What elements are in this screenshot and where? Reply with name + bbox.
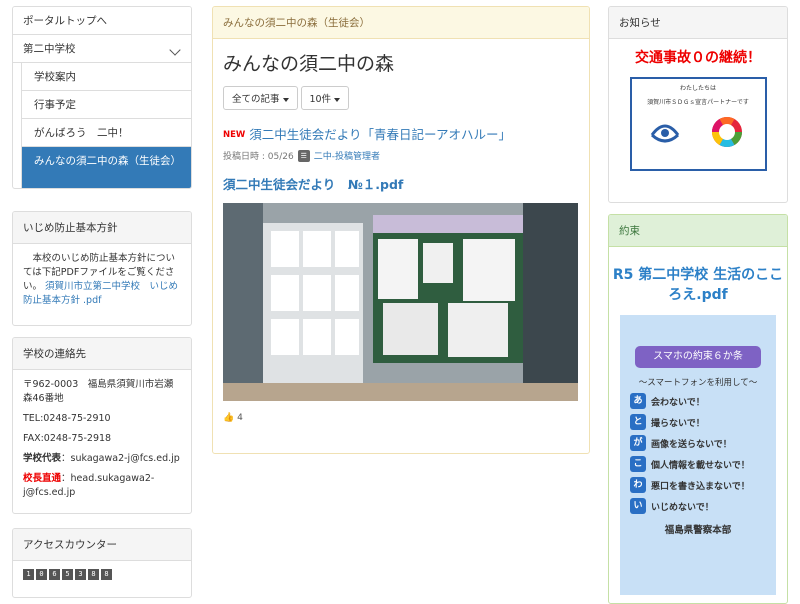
counter-digit: 6 bbox=[49, 569, 60, 580]
rule-item: あ会わないで！ bbox=[630, 393, 776, 409]
nav-item-schedule[interactable]: 行事予定 bbox=[22, 91, 191, 119]
rep-label: 学校代表 bbox=[23, 453, 62, 464]
rules-card-head: スマホの約束６か条 bbox=[635, 346, 761, 368]
contact-rep: 学校代表：sukagawa2-j@fcs.ed.jp bbox=[23, 452, 181, 466]
nav-item-school-guide[interactable]: 学校案内 bbox=[22, 63, 191, 91]
contact-title: 学校の連絡先 bbox=[13, 338, 191, 370]
pdf-link[interactable]: 須二中生徒会だより №１.pdf bbox=[223, 174, 579, 193]
nav-item-ganbarou[interactable]: がんばろう 二中！ bbox=[22, 119, 191, 147]
user-icon: ☰ bbox=[297, 149, 310, 162]
contact-fax: FAX:0248-75-2918 bbox=[23, 433, 112, 444]
counter-digit: 1 bbox=[23, 569, 34, 580]
school-label: 第二中学校 bbox=[23, 43, 76, 55]
filter-count-label: 10件 bbox=[309, 94, 332, 105]
rule-item: いいじめないで！ bbox=[630, 498, 776, 514]
smartphone-rules-card: スマホの約束６か条 ～スマートフォンを利用して～ あ会わないで！ と撮らないで！… bbox=[620, 315, 776, 595]
filter-all-dropdown[interactable]: 全ての記事 bbox=[223, 86, 298, 110]
counter-digit: 8 bbox=[101, 569, 112, 580]
counter-title: アクセスカウンター bbox=[13, 529, 191, 561]
bulletin-board-photo bbox=[223, 203, 578, 401]
caret-down-icon bbox=[334, 97, 341, 102]
thumbs-up-icon: 👍 bbox=[223, 413, 235, 423]
sdgs-partner-banner[interactable]: わたしたちは 須賀川市ＳＤＧｓ宣言パートナーです bbox=[629, 77, 767, 171]
rule-item: こ個人情報を載せないで！ bbox=[630, 456, 776, 472]
notice-panel: お知らせ 交通事故０の継続！ わたしたちは 須賀川市ＳＤＧｓ宣言パートナーです bbox=[608, 6, 788, 203]
promise-title: 約束 bbox=[609, 215, 787, 247]
article-title-row: NEW 須二中生徒会だより「青春日記ーアオハルー」 bbox=[223, 124, 579, 143]
notice-headline: 交通事故０の継続！ bbox=[635, 50, 761, 66]
filter-bar: 全ての記事 10件 bbox=[213, 76, 589, 110]
contact-address: 〒962-0003 福島県須賀川市岩瀬森46番地 bbox=[23, 379, 174, 404]
posted-date: 投稿日時 : 05/26 bbox=[223, 152, 294, 162]
rule-item: わ悪口を書き込まないで！ bbox=[630, 477, 776, 493]
caret-down-icon bbox=[282, 97, 289, 102]
rule-key: い bbox=[630, 498, 646, 514]
rule-key: こ bbox=[630, 456, 646, 472]
ijime-panel: いじめ防止基本方針 本校のいじめ防止基本方針については下記PDFファイルをご覧く… bbox=[12, 211, 192, 326]
contact-head: 校長直通：head.sukagawa2-j@fcs.ed.jp bbox=[23, 472, 181, 500]
article: NEW 須二中生徒会だより「青春日記ーアオハルー」 投稿日時 : 05/26 ☰ … bbox=[213, 110, 589, 423]
contact-body: 〒962-0003 福島県須賀川市岩瀬森46番地 TEL:0248-75-291… bbox=[13, 370, 191, 513]
sdgs-line2: 須賀川市ＳＤＧｓ宣言パートナーです bbox=[647, 99, 749, 106]
police-label: 福島県警察本部 bbox=[664, 525, 732, 536]
ijime-body: 本校のいじめ防止基本方針については下記PDFファイルをご覧ください。 須賀川市立… bbox=[13, 244, 191, 316]
contact-tel: TEL:0248-75-2910 bbox=[23, 413, 111, 424]
rule-item: と撮らないで！ bbox=[630, 414, 776, 430]
rules-pdf-link[interactable]: R5 第二中学校 生活のこころえ.pdf bbox=[609, 247, 787, 305]
rule-text: 会わないで！ bbox=[651, 397, 705, 408]
head-label: 校長直通 bbox=[23, 473, 62, 484]
contact-panel: 学校の連絡先 〒962-0003 福島県須賀川市岩瀬森46番地 TEL:0248… bbox=[12, 337, 192, 514]
rule-text: いじめないで！ bbox=[651, 502, 714, 513]
rule-key: あ bbox=[630, 393, 646, 409]
photo-illustration bbox=[223, 203, 578, 401]
rule-text: 個人情報を載せないで！ bbox=[651, 460, 750, 471]
rule-key: と bbox=[630, 414, 646, 430]
article-meta: 投稿日時 : 05/26 ☰ 二中-投稿管理者 bbox=[223, 149, 579, 162]
rule-key: わ bbox=[630, 477, 646, 493]
rule-item: が画像を送らないで！ bbox=[630, 435, 776, 451]
rule-text: 画像を送らないで！ bbox=[651, 439, 732, 450]
new-badge: NEW bbox=[223, 130, 246, 140]
page-title: みんなの須二中の森 bbox=[223, 53, 395, 75]
sdgs-line1: わたしたちは bbox=[679, 85, 716, 92]
promise-panel: 約束 R5 第二中学校 生活のこころえ.pdf スマホの約束６か条 ～スマートフ… bbox=[608, 214, 788, 604]
rule-key: が bbox=[630, 435, 646, 451]
counter-digit: 3 bbox=[75, 569, 86, 580]
counter-digit: 5 bbox=[62, 569, 73, 580]
filter-count-dropdown[interactable]: 10件 bbox=[300, 86, 350, 110]
author-link[interactable]: 二中-投稿管理者 bbox=[314, 149, 380, 162]
nav-item-student-council[interactable]: みんなの須二中の森（生徒会） bbox=[22, 147, 191, 188]
portal-link[interactable]: ポータルトップへ bbox=[13, 7, 191, 35]
rules-card-sub: ～スマートフォンを利用して～ bbox=[638, 378, 758, 388]
article-title-link[interactable]: 須二中生徒会だより「青春日記ーアオハルー」 bbox=[249, 127, 511, 142]
ijime-title: いじめ防止基本方針 bbox=[13, 212, 191, 244]
counter-digits: 1 0 6 5 3 8 8 bbox=[13, 561, 191, 588]
like-button[interactable]: 👍 4 bbox=[223, 401, 579, 423]
rule-text: 撮らないで！ bbox=[651, 418, 705, 429]
ijime-pdf-link[interactable]: 須賀川市立第二中学校 いじめ防止基本方針 .pdf bbox=[23, 281, 178, 306]
notice-title: お知らせ bbox=[609, 7, 787, 39]
sdgs-logo-icon bbox=[650, 116, 742, 148]
counter-digit: 8 bbox=[88, 569, 99, 580]
like-count: 4 bbox=[237, 413, 243, 423]
rep-mail: ：sukagawa2-j@fcs.ed.jp bbox=[61, 453, 180, 464]
main-breadcrumb: みんなの須二中の森（生徒会） bbox=[213, 7, 589, 39]
main-panel: みんなの須二中の森（生徒会） みんなの須二中の森 全ての記事 10件 NEW 須二… bbox=[212, 6, 590, 454]
chevron-down-icon[interactable] bbox=[169, 44, 181, 56]
counter-panel: アクセスカウンター 1 0 6 5 3 8 8 bbox=[12, 528, 192, 598]
counter-digit: 0 bbox=[36, 569, 47, 580]
school-menu[interactable]: 第二中学校 bbox=[13, 35, 191, 63]
rule-text: 悪口を書き込まないで！ bbox=[651, 481, 750, 492]
submenu: 学校案内 行事予定 がんばろう 二中！ みんなの須二中の森（生徒会） bbox=[21, 63, 191, 188]
nav-menu: ポータルトップへ 第二中学校 学校案内 行事予定 がんばろう 二中！ みんなの須… bbox=[12, 6, 192, 189]
filter-all-label: 全ての記事 bbox=[232, 94, 280, 105]
